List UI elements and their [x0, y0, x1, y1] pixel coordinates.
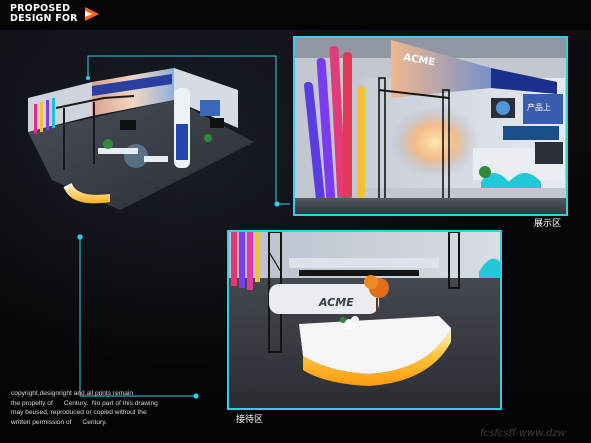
connector-bottom: [79, 236, 196, 397]
arrow-logo-icon: [85, 7, 99, 21]
copyright-line-1: copyright,designright and all prints rem…: [11, 390, 134, 397]
copyright-line-3: may beused, reproduced or copied without…: [11, 409, 147, 416]
presentation-board: PROPOSED DESIGN FOR ACME 产品上 展示区 ACME 接待…: [0, 0, 591, 443]
reception-area-caption: 接待区: [236, 415, 264, 425]
reception-area-render: ACME: [229, 232, 500, 408]
booth-overview-render: [28, 68, 254, 210]
copyright-line-4: written permission of Century.: [11, 418, 107, 426]
bottom-sign-text: ACME: [318, 296, 354, 309]
top-screen-text: 产品上: [527, 102, 551, 112]
title-line-2: DESIGN FOR: [10, 13, 78, 24]
reception-area-panel: ACME: [227, 230, 502, 410]
watermark-text: fcsfcsff www.dzw: [480, 428, 566, 439]
exhibition-area-caption: 展示区: [534, 219, 562, 229]
page-title: PROPOSED DESIGN FOR: [10, 4, 78, 24]
copyright-notice: copyright,designright and all prints rem…: [11, 389, 158, 427]
exhibition-area-panel: ACME 产品上: [293, 36, 568, 216]
copyright-line-2: the propelty of Century. No part of this…: [11, 399, 158, 407]
connector-bottom-dot: [77, 234, 83, 240]
connector-top-dot: [274, 201, 280, 207]
connector-bottom-end-dot: [193, 393, 199, 399]
exhibition-area-render: ACME 产品上: [295, 38, 566, 214]
header-bar: PROPOSED DESIGN FOR: [0, 0, 591, 30]
